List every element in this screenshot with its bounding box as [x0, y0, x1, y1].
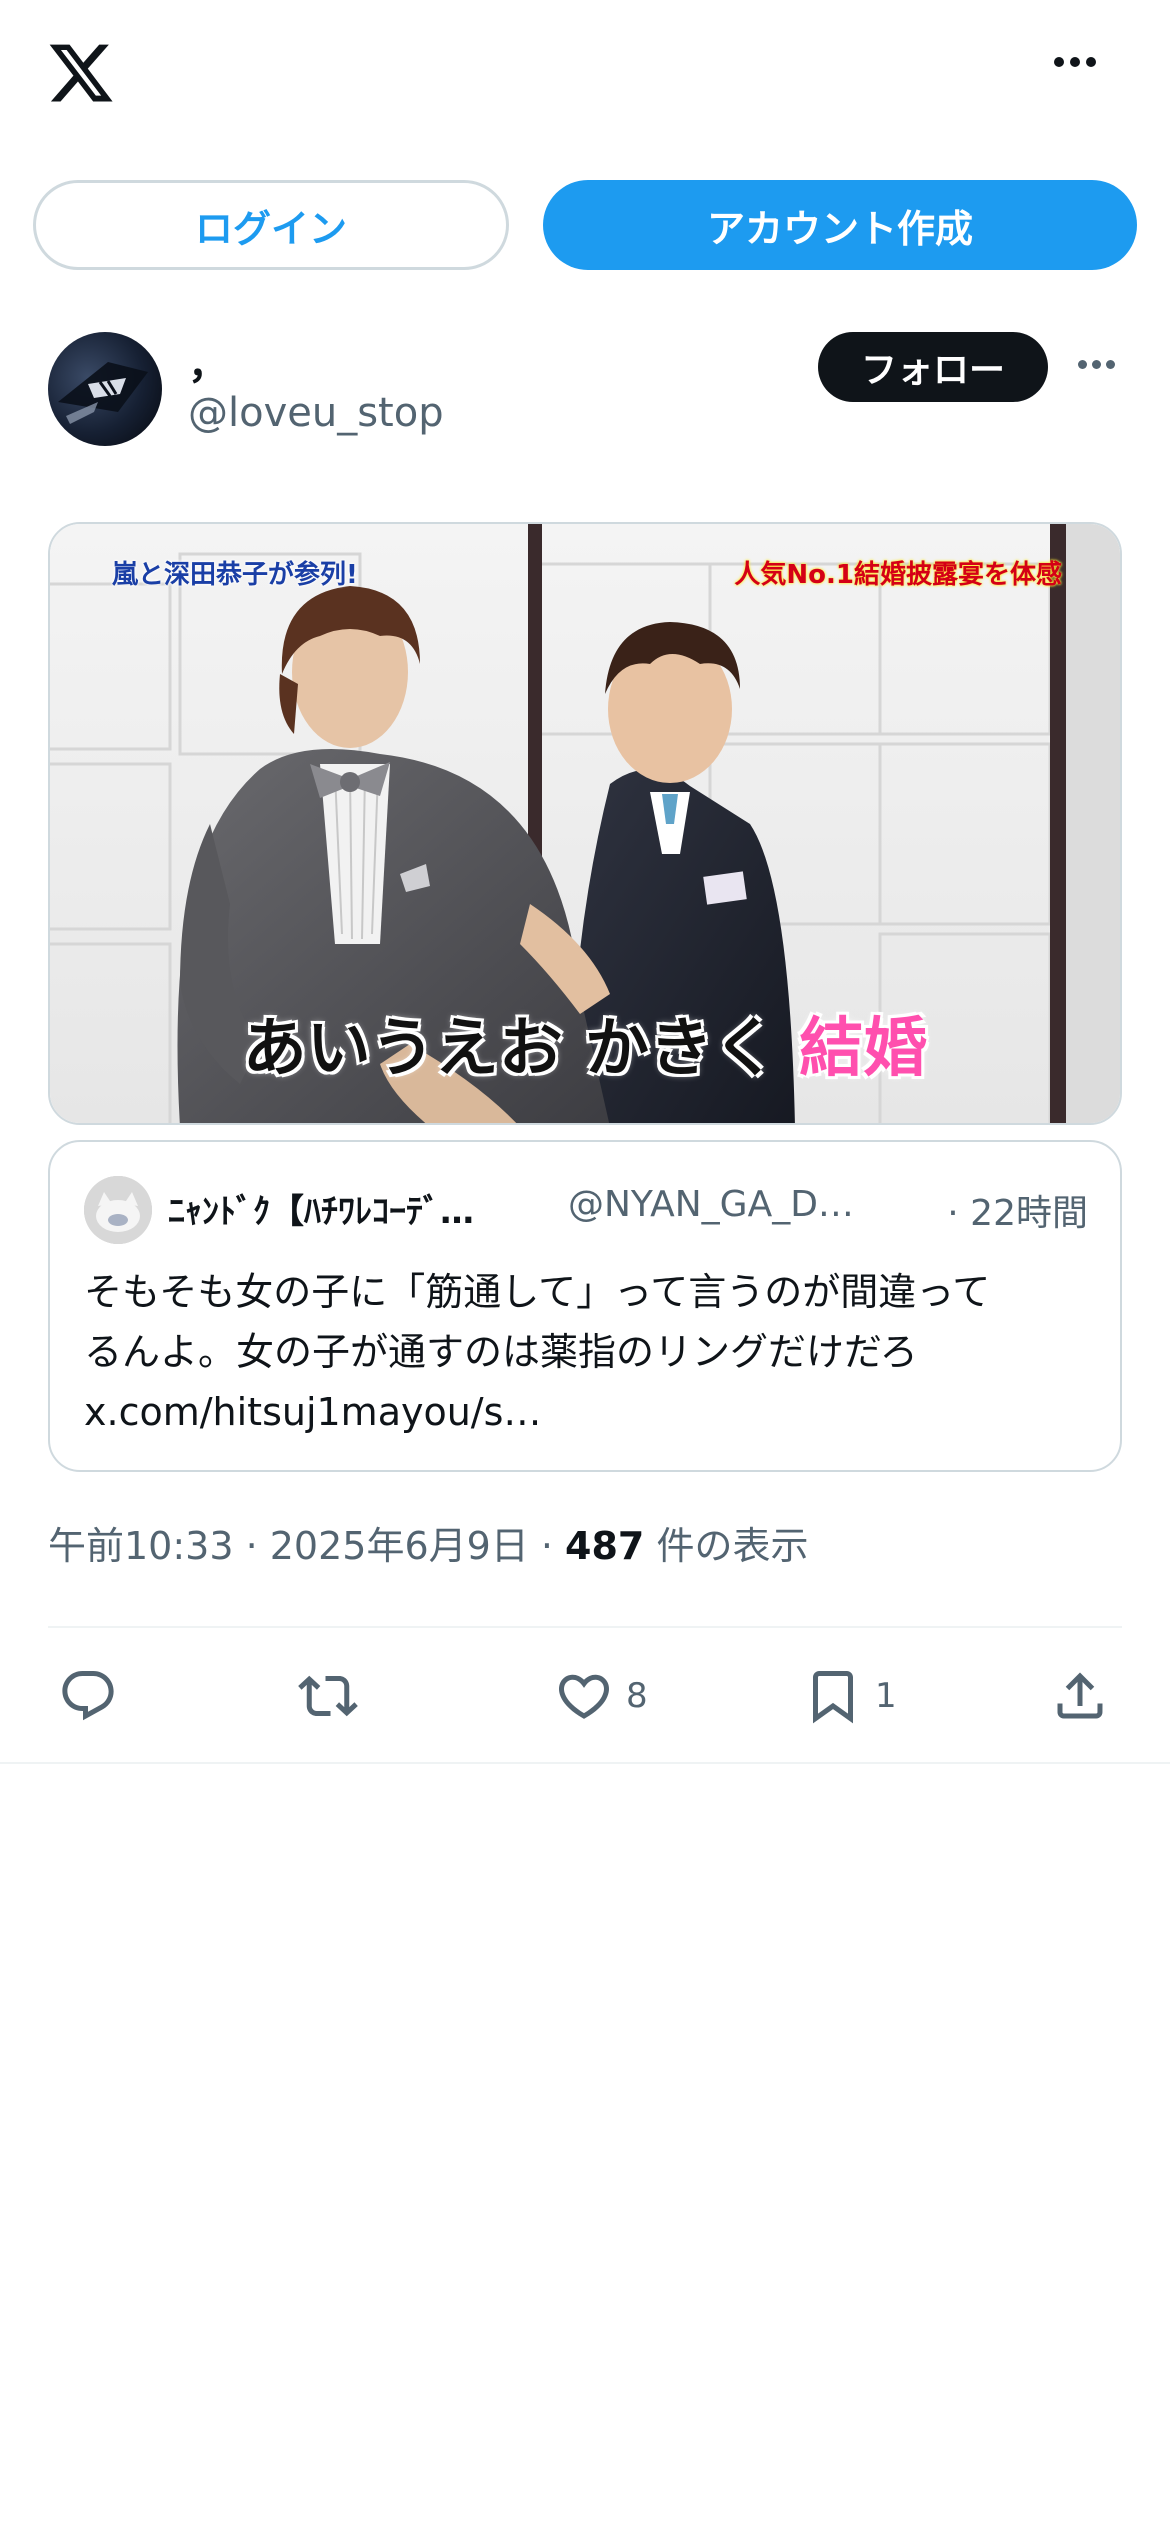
- login-button[interactable]: ログイン: [33, 180, 509, 270]
- quoted-text: そもそも女の子に「筋通して」って言うのが間違って るんよ。女の子が通すのは薬指の…: [84, 1262, 1094, 1442]
- post-timestamp: 午前10:33 · 2025年6月9日 · 487 件の表示: [48, 1515, 808, 1570]
- action-bar: 8 1: [48, 1656, 1122, 1736]
- post-author: ， @loveu_stop フォロー: [48, 332, 1122, 452]
- share-icon: [1057, 1672, 1103, 1719]
- views-label: 件の表示: [644, 1524, 809, 1568]
- top-bar: [0, 0, 1170, 150]
- media-subtitle: あいうえお かきく 結婚: [50, 997, 1120, 1089]
- retweet-button[interactable]: [298, 1656, 358, 1736]
- bookmark-icon: [813, 1671, 853, 1724]
- quoted-text-line2: るんよ。女の子が通すのは薬指のリングだけだろ: [84, 1330, 918, 1374]
- divider: [48, 1626, 1122, 1628]
- reply-icon: [62, 1671, 114, 1721]
- author-display-name[interactable]: ，: [188, 332, 228, 390]
- media-subtitle-highlight: 結婚: [799, 1012, 928, 1086]
- follow-button[interactable]: フォロー: [818, 332, 1048, 402]
- media-caption-left: 嵐と深田恭子が参列!: [112, 560, 358, 590]
- more-dots-icon[interactable]: [1054, 52, 1114, 92]
- like-button[interactable]: 8: [554, 1656, 648, 1736]
- post-media-image[interactable]: 嵐と深田恭子が参列! 人気No.1結婚披露宴を体感 あいうえお かきく 結婚: [48, 522, 1122, 1125]
- like-count: 8: [626, 1676, 648, 1716]
- signup-button[interactable]: アカウント作成: [543, 180, 1137, 270]
- post-more-icon[interactable]: [1078, 354, 1138, 384]
- quoted-avatar: [84, 1176, 152, 1244]
- auth-buttons: ログイン アカウント作成: [33, 180, 1137, 270]
- reply-button[interactable]: [58, 1656, 118, 1736]
- quoted-time: · 22時間: [947, 1193, 1088, 1234]
- share-button[interactable]: [1050, 1656, 1110, 1736]
- x-logo-icon[interactable]: [46, 38, 116, 108]
- bookmark-button[interactable]: 1: [803, 1656, 897, 1736]
- quoted-post[interactable]: ﾆｬﾝﾄﾞｸ【ﾊﾁﾜﾚｺｰﾃﾞ… @NYAN_GA_D… · 22時間 そもそも…: [48, 1140, 1122, 1472]
- quoted-display-name: ﾆｬﾝﾄﾞｸ【ﾊﾁﾜﾚｺｰﾃﾞ…: [168, 1192, 474, 1232]
- quoted-handle: @NYAN_GA_D…: [568, 1184, 854, 1225]
- author-handle[interactable]: @loveu_stop: [188, 390, 444, 436]
- quoted-link[interactable]: x.com/hitsuj1mayou/s…: [84, 1382, 1094, 1442]
- media-subtitle-main: あいうえお かきく: [242, 1012, 800, 1086]
- avatar[interactable]: [48, 332, 162, 446]
- divider: [0, 1762, 1170, 1764]
- retweet-icon: [298, 1675, 358, 1717]
- quoted-text-line1: そもそも女の子に「筋通して」って言うのが間違って: [84, 1270, 991, 1314]
- views-count: 487: [565, 1524, 645, 1568]
- post-time-date[interactable]: 午前10:33 · 2025年6月9日 ·: [48, 1524, 565, 1568]
- bookmark-count: 1: [875, 1676, 897, 1716]
- heart-icon: [558, 1674, 610, 1719]
- media-caption-right: 人気No.1結婚披露宴を体感: [734, 560, 1062, 590]
